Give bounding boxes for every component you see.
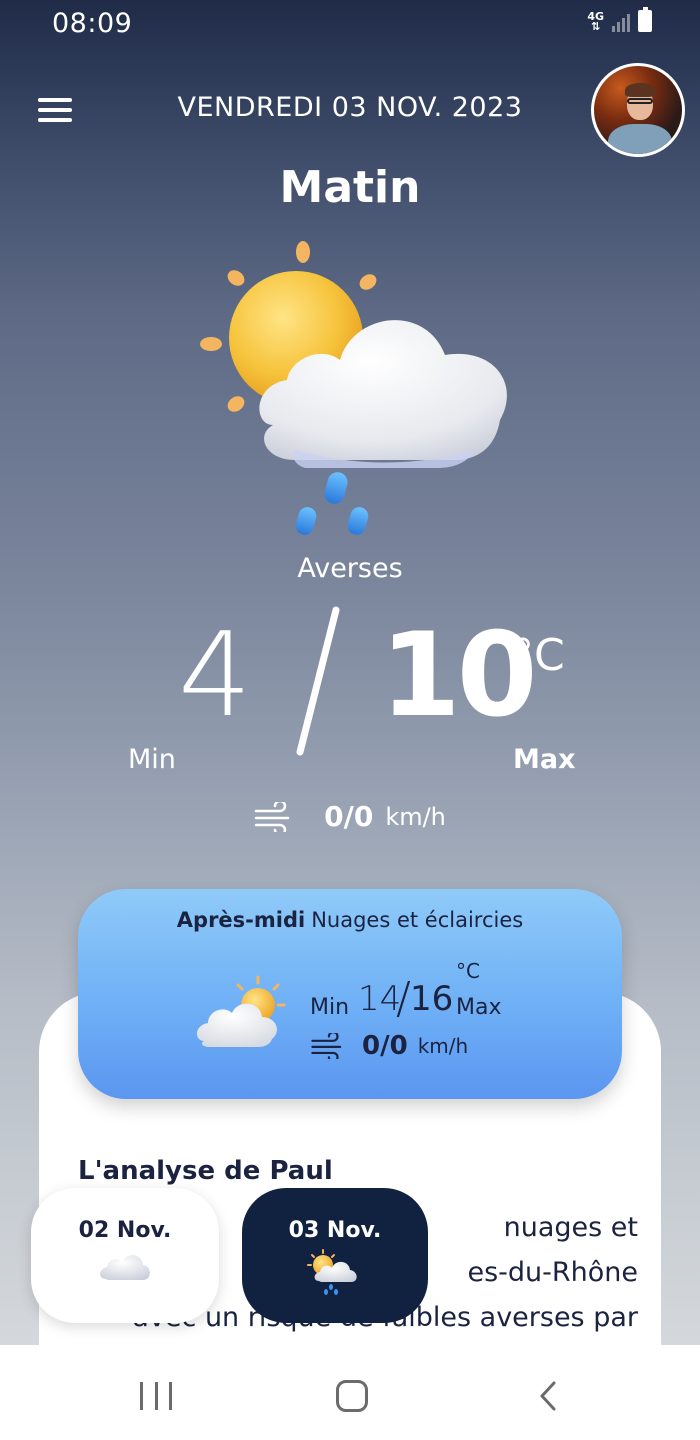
temp-min: 4 bbox=[178, 608, 252, 743]
day-tab-label: 03 Nov. bbox=[288, 1218, 382, 1243]
battery-icon bbox=[638, 7, 652, 32]
afternoon-period: Après-midi bbox=[176, 908, 306, 932]
sun-cloud-icon bbox=[196, 975, 286, 1047]
wind-unit: km/h bbox=[385, 802, 446, 831]
temp-max: 10 bbox=[380, 608, 537, 743]
home-icon[interactable] bbox=[336, 1380, 368, 1412]
afternoon-wind-unit: km/h bbox=[417, 1034, 469, 1058]
sun-cloud-rain-icon bbox=[307, 1249, 357, 1295]
temp-unit: °C bbox=[512, 630, 565, 681]
afternoon-temp-separator: / bbox=[396, 973, 411, 1024]
wind-row: 0/0 km/h bbox=[0, 800, 700, 833]
avatar[interactable] bbox=[591, 63, 685, 157]
status-icons: 4G ⇅ bbox=[587, 7, 652, 33]
afternoon-temp-min: 14 bbox=[358, 979, 402, 1019]
afternoon-temp-max: 16 bbox=[410, 979, 454, 1019]
afternoon-wind-row: 0/0 km/h bbox=[310, 1031, 468, 1061]
back-icon[interactable] bbox=[538, 1381, 558, 1411]
day-tab-label: 02 Nov. bbox=[78, 1218, 172, 1243]
afternoon-temp-unit: °C bbox=[456, 959, 480, 983]
wind-icon bbox=[254, 801, 290, 832]
afternoon-wind-value: 0/0 bbox=[362, 1031, 408, 1061]
signal-icon bbox=[612, 12, 630, 32]
cloud-icon bbox=[100, 1255, 150, 1280]
afternoon-header: Après-midi Nuages et éclaircies bbox=[78, 908, 622, 932]
afternoon-card[interactable]: Après-midi Nuages et éclaircies Min 14 / … bbox=[78, 889, 622, 1099]
condition-label: Averses bbox=[297, 553, 403, 584]
status-time: 08:09 bbox=[52, 8, 133, 39]
sun-cloud-rain-icon bbox=[200, 241, 507, 535]
temp-separator bbox=[296, 606, 340, 756]
wind-value: 0/0 bbox=[324, 800, 374, 833]
period-title: Matin bbox=[279, 162, 421, 213]
afternoon-condition: Nuages et éclaircies bbox=[311, 908, 524, 932]
afternoon-min-label: Min bbox=[310, 995, 350, 1020]
recent-apps-icon[interactable] bbox=[140, 1382, 172, 1410]
wind-icon bbox=[311, 1033, 342, 1059]
max-label: Max bbox=[513, 744, 576, 775]
day-tab-02-nov[interactable]: 02 Nov. bbox=[31, 1188, 219, 1323]
min-label: Min bbox=[128, 744, 176, 775]
analysis-title: L'analyse de Paul bbox=[78, 1156, 333, 1186]
day-tab-03-nov[interactable]: 03 Nov. bbox=[242, 1188, 428, 1323]
afternoon-max-label: Max bbox=[456, 995, 502, 1020]
network-type-icon: 4G ⇅ bbox=[587, 10, 604, 33]
